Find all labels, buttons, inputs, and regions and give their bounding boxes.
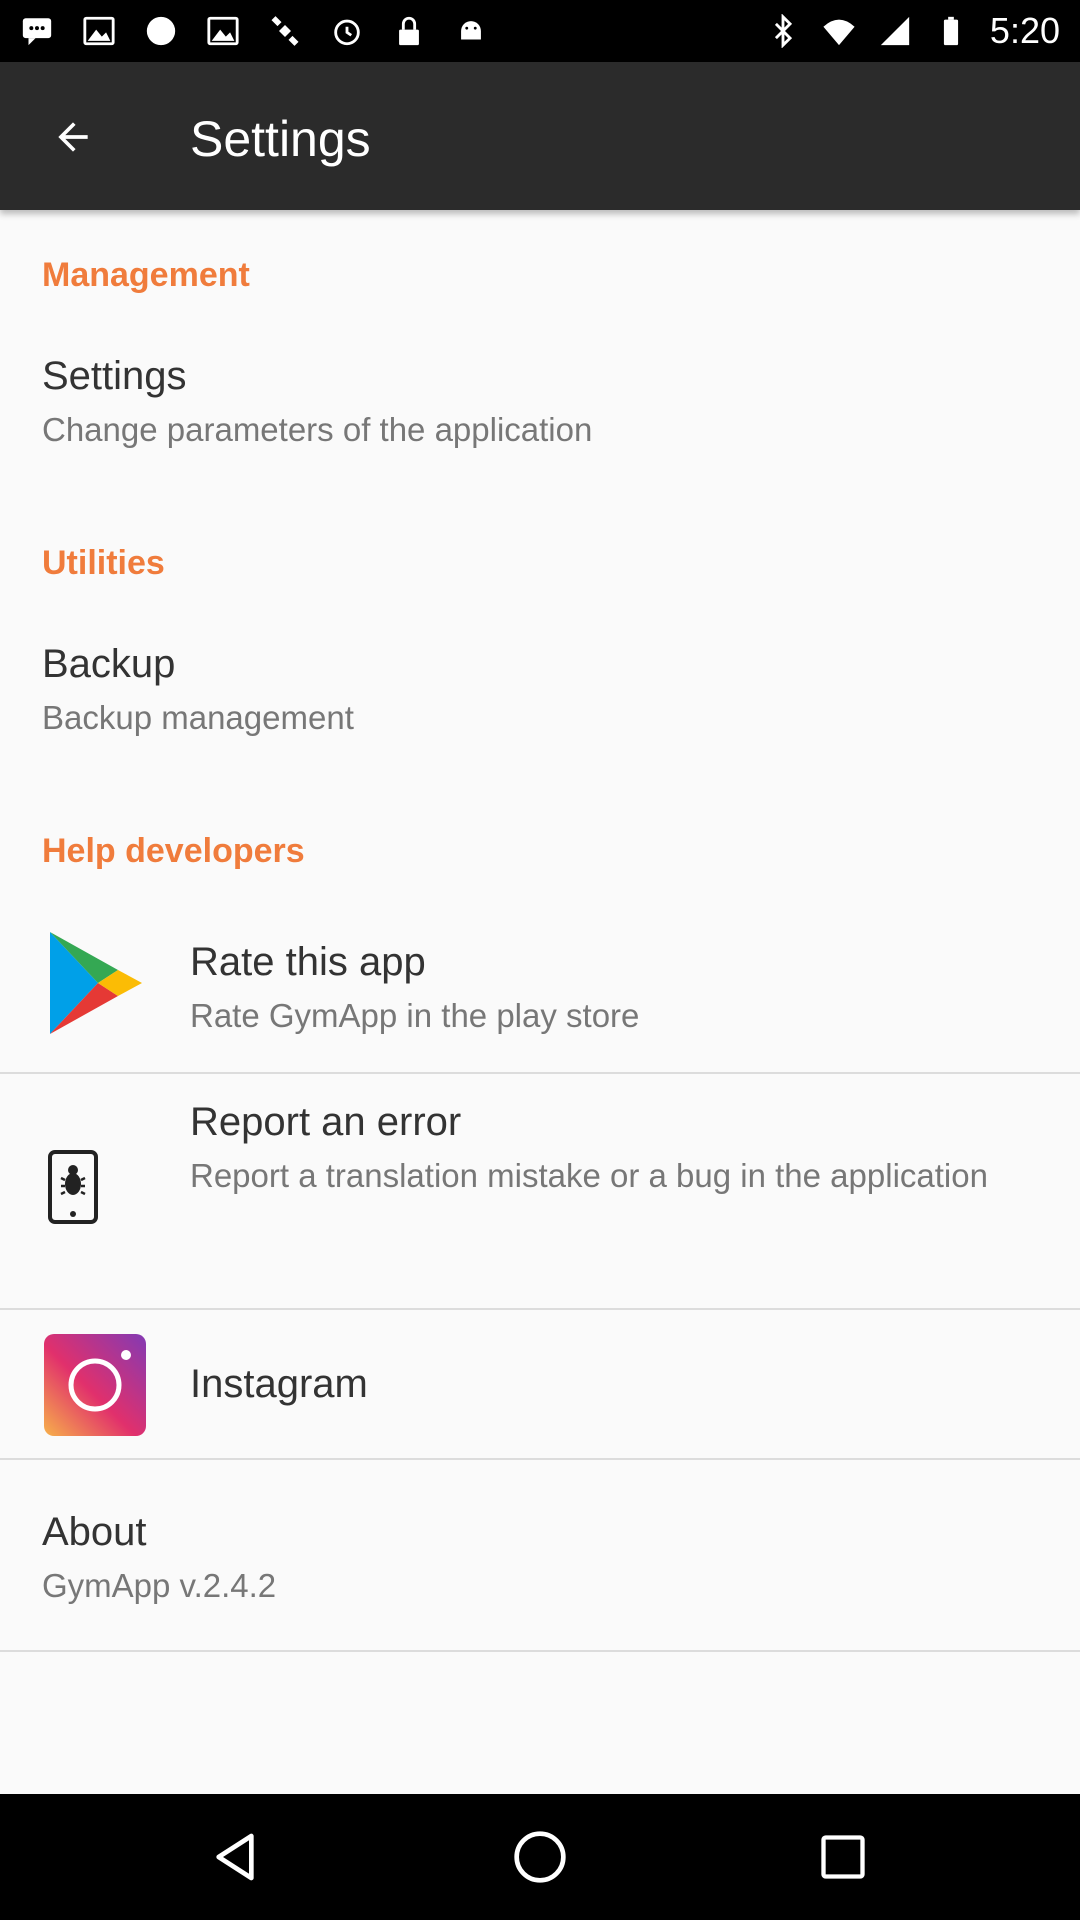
status-time: 5:20 xyxy=(989,10,1060,51)
lock-icon xyxy=(392,14,426,48)
instagram-icon xyxy=(44,1334,146,1441)
back-button[interactable] xyxy=(36,100,110,174)
settings-item-title: Settings xyxy=(42,354,187,398)
rate-app-subtitle: Rate GymApp in the play store xyxy=(190,997,640,1034)
wifi-icon xyxy=(822,14,856,48)
satellite-icon xyxy=(268,14,302,48)
system-icons: 5:20 xyxy=(766,10,1060,52)
navigation-bar xyxy=(0,1794,1080,1920)
backup-item[interactable]: Backup Backup management xyxy=(0,618,1080,758)
circle-icon xyxy=(144,14,178,48)
instagram-title: Instagram xyxy=(190,1362,368,1406)
section-header-help-developers: Help developers xyxy=(42,832,305,870)
square-recents-icon xyxy=(821,1835,865,1879)
report-error-title: Report an error xyxy=(190,1100,462,1144)
triangle-back-icon xyxy=(216,1833,254,1881)
report-error-item[interactable]: Report an error Report a translation mis… xyxy=(0,1074,1080,1308)
notification-icons xyxy=(20,10,488,52)
rate-app-title: Rate this app xyxy=(190,940,426,984)
settings-item-subtitle: Change parameters of the application xyxy=(42,411,593,448)
nav-home-button[interactable] xyxy=(505,1822,575,1892)
backup-item-title: Backup xyxy=(42,642,176,686)
backup-item-subtitle: Backup management xyxy=(42,699,354,736)
nav-back-button[interactable] xyxy=(200,1822,270,1892)
section-header-management: Management xyxy=(42,256,250,294)
settings-list: Management Settings Change parameters of… xyxy=(0,210,1080,1794)
signal-icon xyxy=(878,14,912,48)
battery-icon xyxy=(934,14,968,48)
about-version: GymApp v.2.4.2 xyxy=(42,1567,277,1604)
alarm-icon xyxy=(330,14,364,48)
nav-recents-button[interactable] xyxy=(808,1822,878,1892)
status-bar: 5:20 xyxy=(0,0,1080,62)
bluetooth-icon xyxy=(766,14,800,48)
app-toolbar: Settings xyxy=(0,62,1080,210)
circle-home-icon xyxy=(514,1831,566,1883)
about-item[interactable]: About GymApp v.2.4.2 xyxy=(0,1460,1080,1650)
page-title: Settings xyxy=(190,111,371,167)
settings-item[interactable]: Settings Change parameters of the applic… xyxy=(0,330,1080,470)
android-icon xyxy=(454,14,488,48)
divider xyxy=(0,1650,1080,1652)
rate-app-item[interactable]: Rate this app Rate GymApp in the play st… xyxy=(0,900,1080,1072)
photo-icon xyxy=(82,14,116,48)
about-title: About xyxy=(42,1510,147,1554)
play-store-icon xyxy=(48,930,144,1041)
report-error-subtitle: Report a translation mistake or a bug in… xyxy=(190,1157,988,1194)
section-header-utilities: Utilities xyxy=(42,544,165,582)
bug-report-icon xyxy=(48,1150,98,1229)
photo-icon xyxy=(206,14,240,48)
arrow-back-icon xyxy=(58,122,88,152)
instagram-item[interactable]: Instagram xyxy=(0,1310,1080,1458)
chat-icon xyxy=(20,14,54,48)
